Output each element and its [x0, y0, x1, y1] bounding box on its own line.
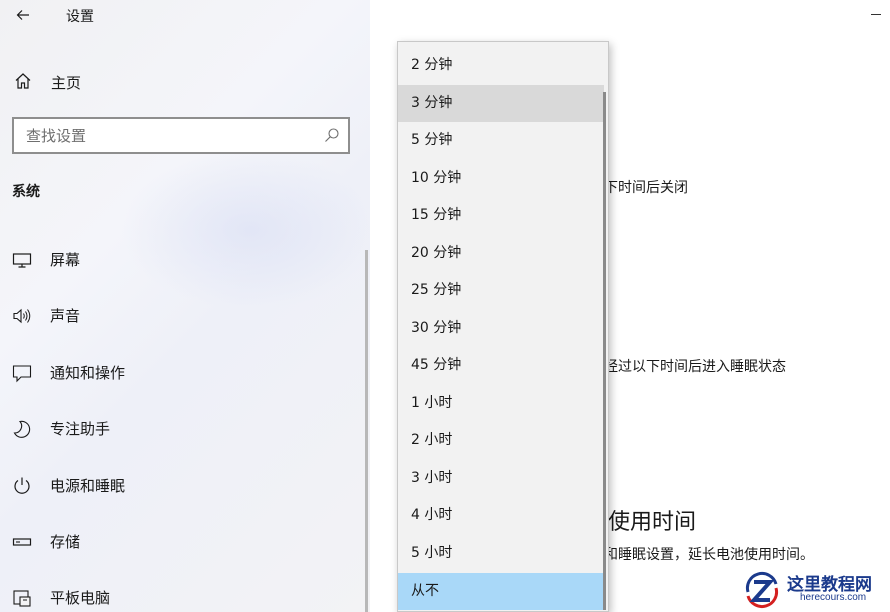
sidebar-home[interactable]: 主页: [0, 62, 370, 100]
dropdown-option[interactable]: 3 分钟: [398, 85, 604, 122]
dropdown-option[interactable]: 30 分钟: [398, 310, 604, 347]
dropdown-option[interactable]: 3 小时: [398, 460, 604, 497]
sidebar-item-label: 声音: [50, 307, 81, 325]
sidebar-item-label: 屏幕: [50, 251, 81, 269]
sidebar: 设置 主页 系统 屏幕 声音: [0, 0, 370, 612]
dropdown-option[interactable]: 20 分钟: [398, 235, 604, 272]
sidebar-item-notifications[interactable]: 通知和操作: [0, 353, 365, 393]
watermark: 这里教程网 herecours.com: [742, 568, 890, 612]
sidebar-scrollbar[interactable]: [365, 250, 368, 612]
dropdown-scrollbar[interactable]: [603, 92, 606, 610]
search-box[interactable]: [12, 117, 350, 154]
screen-off-text: 下时间后关闭: [604, 180, 688, 196]
sidebar-item-label: 平板电脑: [50, 589, 111, 607]
dropdown-option[interactable]: 10 分钟: [398, 160, 604, 197]
sidebar-item-label: 通知和操作: [50, 364, 126, 382]
monitor-icon: [12, 253, 32, 268]
dropdown-option[interactable]: 4 小时: [398, 497, 604, 534]
minimize-button[interactable]: [868, 4, 884, 20]
sleep-text: 经过以下时间后进入睡眠状态: [604, 359, 786, 375]
sidebar-item-storage[interactable]: 存储: [0, 522, 365, 562]
tablet-icon: [13, 590, 31, 607]
moon-icon: [13, 420, 31, 438]
time-dropdown-list[interactable]: 2 分钟 3 分钟 5 分钟 10 分钟 15 分钟 20 分钟 25 分钟 3…: [397, 41, 609, 612]
sidebar-item-display[interactable]: 屏幕: [0, 240, 365, 280]
dropdown-option[interactable]: 2 小时: [398, 422, 604, 459]
dropdown-option[interactable]: 15 分钟: [398, 197, 604, 234]
sidebar-item-sound[interactable]: 声音: [0, 296, 365, 336]
battery-desc: 和睡眠设置，延长电池使用时间。: [604, 547, 814, 563]
dropdown-option[interactable]: 45 分钟: [398, 347, 604, 384]
dropdown-option[interactable]: 2 分钟: [398, 47, 604, 84]
sidebar-item-power-sleep[interactable]: 电源和睡眠: [0, 466, 365, 506]
home-label: 主页: [51, 74, 82, 92]
sidebar-item-tablet[interactable]: 平板电脑: [0, 578, 365, 612]
sidebar-item-label: 电源和睡眠: [50, 477, 126, 495]
dropdown-option-selected[interactable]: 从不: [398, 573, 604, 610]
app-title: 设置: [66, 9, 94, 25]
sidebar-item-focus-assist[interactable]: 专注助手: [0, 409, 365, 449]
sidebar-item-label: 专注助手: [50, 420, 111, 438]
dropdown-option[interactable]: 25 分钟: [398, 272, 604, 309]
search-icon[interactable]: [324, 127, 340, 143]
dropdown-option[interactable]: 1 小时: [398, 385, 604, 422]
dropdown-option[interactable]: 5 小时: [398, 535, 604, 572]
power-icon: [14, 477, 30, 494]
sidebar-item-label: 存储: [50, 533, 81, 551]
speaker-icon: [13, 308, 31, 324]
dropdown-option[interactable]: 5 分钟: [398, 122, 604, 159]
title-bar: 设置: [0, 0, 370, 32]
watermark-logo-icon: [745, 571, 779, 609]
search-input[interactable]: [14, 119, 314, 152]
notification-icon: [12, 365, 32, 383]
battery-heading: 使用时间: [608, 510, 697, 535]
section-title: 系统: [12, 184, 40, 200]
back-arrow-icon: [16, 10, 29, 20]
home-icon: [15, 73, 31, 89]
storage-icon: [12, 538, 32, 546]
back-button[interactable]: [10, 2, 36, 28]
watermark-en: herecours.com: [800, 592, 867, 603]
